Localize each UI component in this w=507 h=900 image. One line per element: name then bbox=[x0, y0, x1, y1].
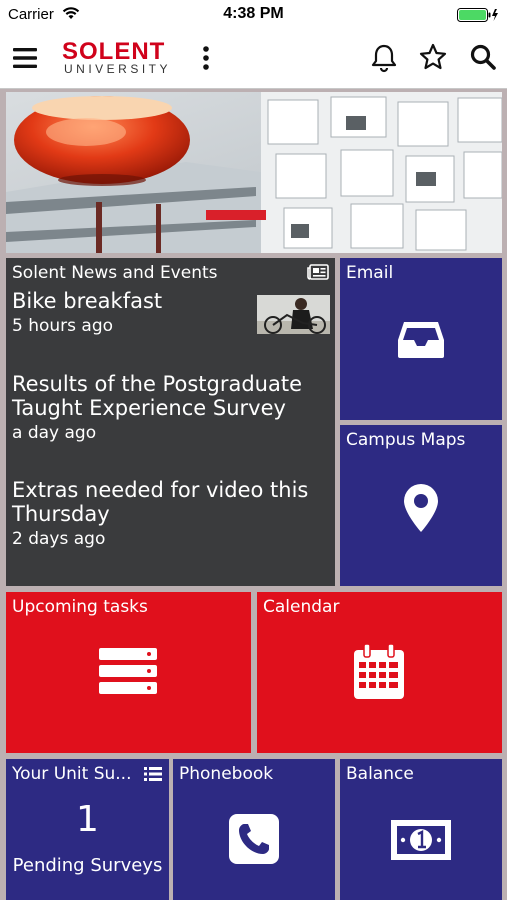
status-time: 4:38 PM bbox=[223, 5, 284, 22]
upcoming-tasks-label: Upcoming tasks bbox=[12, 597, 148, 617]
status-bar: Carrier 4:38 PM bbox=[0, 0, 507, 30]
tasks-list-icon bbox=[99, 648, 157, 694]
search-icon[interactable] bbox=[469, 43, 497, 71]
unit-surveys-tile[interactable]: Your Unit Su... 1 Pending Surveys bbox=[6, 759, 169, 900]
pending-surveys-label: Pending Surveys bbox=[12, 855, 163, 876]
map-pin-icon bbox=[404, 484, 438, 532]
news-item[interactable]: Results of the Postgraduate Taught Exper… bbox=[12, 372, 330, 444]
inbox-icon bbox=[398, 322, 444, 358]
phone-icon bbox=[229, 814, 279, 864]
app-header: SOLENT UNIVERSITY bbox=[0, 30, 507, 89]
pending-survey-count: 1 bbox=[76, 799, 99, 840]
bell-icon[interactable] bbox=[370, 43, 398, 73]
logo-subline: UNIVERSITY bbox=[64, 62, 172, 76]
campus-maps-tile[interactable]: Campus Maps bbox=[340, 425, 502, 586]
newspaper-icon bbox=[307, 264, 329, 280]
news-item[interactable]: Extras needed for video this Thursday 2 … bbox=[12, 478, 330, 550]
banknote-icon bbox=[391, 820, 451, 860]
calendar-label: Calendar bbox=[263, 597, 340, 617]
balance-tile[interactable]: Balance bbox=[340, 759, 502, 900]
phonebook-label: Phonebook bbox=[179, 764, 274, 784]
campus-maps-label: Campus Maps bbox=[346, 430, 466, 450]
unit-surveys-label: Your Unit Su... bbox=[12, 764, 132, 784]
upcoming-tasks-tile[interactable]: Upcoming tasks bbox=[6, 592, 251, 753]
news-time: a day ago bbox=[12, 423, 97, 443]
phonebook-tile[interactable]: Phonebook bbox=[173, 759, 335, 900]
balance-label: Balance bbox=[346, 764, 414, 784]
solent-university-logo: SOLENT UNIVERSITY bbox=[62, 38, 174, 78]
calendar-tile[interactable]: Calendar bbox=[257, 592, 502, 753]
calendar-icon bbox=[354, 644, 404, 699]
email-tile-label: Email bbox=[346, 263, 394, 283]
more-options-icon[interactable] bbox=[200, 44, 212, 72]
list-icon bbox=[144, 767, 162, 781]
news-events-tile[interactable]: Solent News and Events Bike breakfast 5 … bbox=[6, 258, 335, 586]
battery-icon bbox=[457, 8, 498, 22]
news-headline: Extras needed for video this Thursday bbox=[12, 478, 309, 526]
email-tile[interactable]: Email bbox=[340, 258, 502, 420]
news-tile-title: Solent News and Events bbox=[12, 263, 218, 283]
news-thumbnail-image bbox=[257, 295, 330, 334]
news-time: 2 days ago bbox=[12, 529, 106, 549]
star-icon[interactable] bbox=[419, 43, 447, 71]
campus-hero-image bbox=[6, 92, 502, 253]
news-headline: Results of the Postgraduate Taught Exper… bbox=[12, 372, 302, 420]
hamburger-menu-icon[interactable] bbox=[12, 45, 38, 71]
